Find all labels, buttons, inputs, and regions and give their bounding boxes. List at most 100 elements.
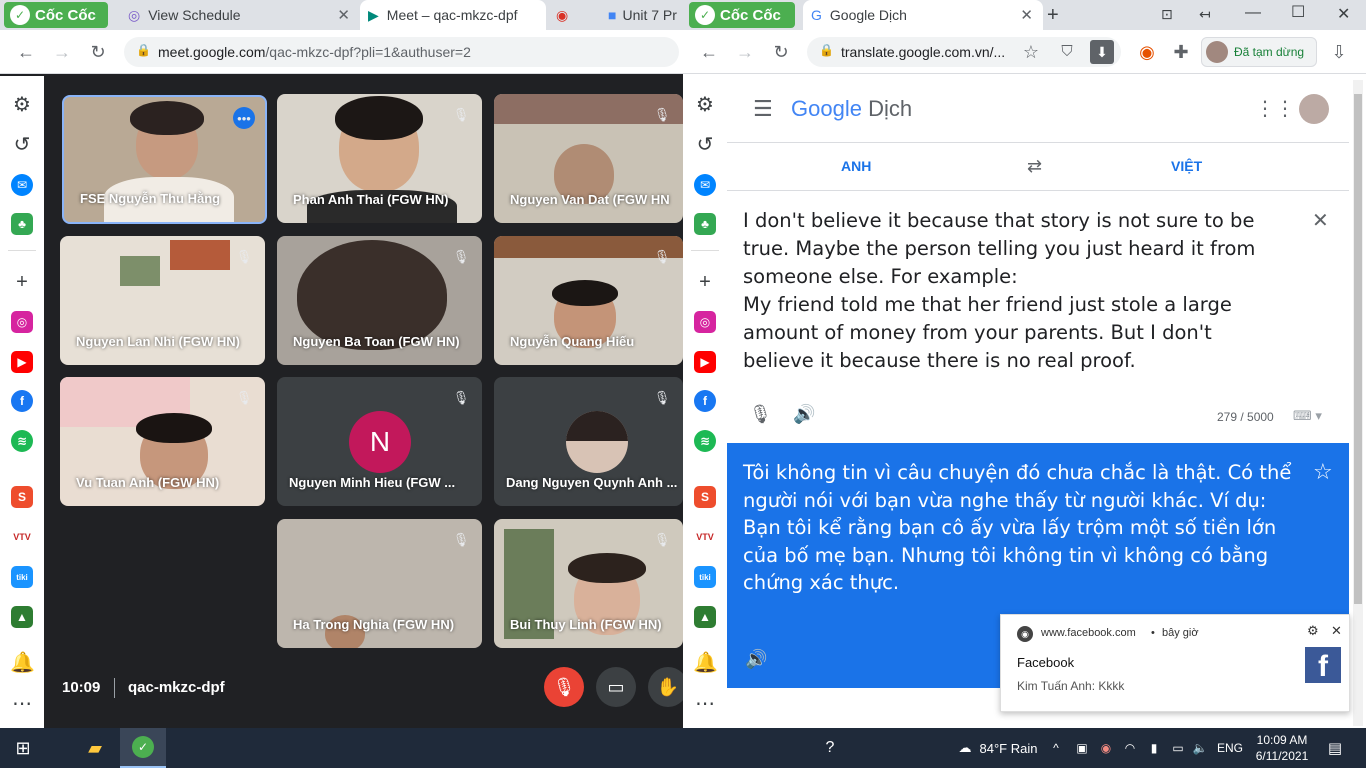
keyboard-icon[interactable]: ⌨ ▾ — [1293, 408, 1322, 424]
notification-bell-icon[interactable]: 🔔 — [10, 651, 35, 675]
camera-tray-icon[interactable]: ▣ — [1072, 728, 1092, 768]
close-icon[interactable]: ✕ — [1331, 623, 1342, 639]
participant-tile[interactable]: 🎙 Phan Anh Thai (FGW HN) — [277, 94, 482, 223]
participant-tile[interactable]: 🎙 Nguyen Lan Nhi (FGW HN) — [60, 236, 265, 365]
tab-coccoc[interactable]: ✓ Cốc Cốc — [4, 2, 108, 28]
add-icon[interactable]: + — [693, 270, 717, 294]
participant-tile[interactable]: 🎙 Ha Trong Nghia (FGW HN) — [277, 519, 482, 648]
forward-button[interactable]: → — [50, 40, 74, 64]
participant-tile[interactable]: 🎙 Nguyen Ba Toan (FGW HN) — [277, 236, 482, 365]
back-arrow-icon[interactable]: ↤ — [1199, 6, 1211, 23]
file-explorer-button[interactable]: ▰ — [72, 728, 118, 768]
scrollbar-thumb[interactable] — [1354, 94, 1362, 604]
profile-paused-button[interactable]: Đã tạm dừng — [1201, 37, 1317, 67]
download-icon[interactable]: ⬇ — [1090, 40, 1114, 64]
shopee-icon[interactable]: S — [11, 486, 33, 508]
speaker-icon[interactable]: 🔊 — [745, 649, 767, 670]
extensions-puzzle-icon[interactable]: ✚ — [1169, 40, 1193, 64]
game-icon[interactable]: ♣ — [694, 213, 716, 235]
participant-tile[interactable]: 🎙 Nguyễn Quang Hiếu — [494, 236, 683, 365]
raise-hand-button[interactable]: ✋ — [648, 667, 688, 707]
apps-grid-icon[interactable]: ⋮⋮ — [1255, 96, 1295, 121]
tab-coccoc[interactable]: ✓ Cốc Cốc — [689, 2, 795, 28]
forward-button[interactable]: → — [733, 40, 757, 64]
vtv-icon[interactable]: VTV — [694, 526, 716, 548]
bookmark-star-icon[interactable]: ☆ — [1019, 40, 1043, 64]
maximize-button[interactable]: ☐ — [1291, 2, 1305, 22]
language-indicator[interactable]: ENG — [1212, 728, 1248, 768]
clock[interactable]: 10:09 AM 6/11/2021 — [1250, 728, 1314, 768]
shield-icon[interactable]: ⛉ — [1055, 40, 1079, 64]
messenger-icon[interactable]: ✉ — [11, 174, 33, 196]
back-button[interactable]: ← — [697, 40, 721, 64]
vtv-icon[interactable]: VTV — [11, 526, 33, 548]
settings-icon[interactable]: ⚙ — [1307, 623, 1319, 639]
participant-tile[interactable]: 🎙 Vu Tuan Anh (FGW HN) — [60, 377, 265, 506]
spotify-icon[interactable]: ≋ — [11, 430, 33, 452]
participant-tile[interactable]: N 🎙 Nguyen Minh Hieu (FGW ... — [277, 377, 482, 506]
game-icon[interactable]: ♣ — [11, 213, 33, 235]
history-icon[interactable]: ↺ — [10, 133, 34, 157]
coccoc-taskbar-button[interactable]: ✓ — [120, 728, 166, 768]
youtube-icon[interactable]: ▶ — [11, 351, 33, 373]
clear-text-icon[interactable]: ✕ — [1312, 208, 1329, 233]
address-bar[interactable]: 🔒 meet.google.com/qac-mkzc-dpf?pli=1&aut… — [124, 37, 679, 67]
more-icon[interactable]: ⋯ — [10, 692, 34, 716]
account-avatar[interactable] — [1299, 94, 1329, 124]
spotify-icon[interactable]: ≋ — [694, 430, 716, 452]
youtube-icon[interactable]: ▶ — [694, 351, 716, 373]
volume-icon[interactable]: 🔈 — [1190, 728, 1210, 768]
microphone-icon[interactable]: 🎙 — [749, 404, 772, 425]
microphone-tray-icon[interactable]: ▮ — [1144, 728, 1164, 768]
action-center-icon[interactable]: ▤ — [1320, 728, 1350, 768]
participant-tile[interactable]: 🎙 Dang Nguyen Quynh Anh ... — [494, 377, 683, 506]
add-icon[interactable]: + — [10, 270, 34, 294]
weather-widget[interactable]: ☁ 84°F Rain — [938, 728, 1058, 768]
instagram-icon[interactable]: ◎ — [11, 311, 33, 333]
battery-icon[interactable]: ▭ — [1168, 728, 1188, 768]
close-tab-icon[interactable]: ✕ — [1020, 6, 1033, 24]
facebook-icon[interactable]: f — [11, 390, 33, 412]
participant-tile[interactable]: ••• FSE Nguyễn Thu Hằng — [62, 95, 267, 224]
reload-button[interactable]: ↻ — [769, 40, 793, 64]
close-window-button[interactable]: ✕ — [1337, 4, 1350, 24]
menu-icon[interactable]: ☰ — [753, 96, 773, 122]
source-language-tab[interactable]: ANH — [841, 158, 871, 174]
more-options-icon[interactable]: ••• — [233, 107, 255, 129]
messenger-icon[interactable]: ✉ — [694, 174, 716, 196]
star-icon[interactable]: ☆ — [1313, 459, 1333, 485]
new-tab-button[interactable]: + — [1047, 4, 1059, 27]
target-language-tab[interactable]: VIỆT — [1171, 158, 1202, 174]
participant-tile[interactable]: 🎙 Bui Thuy Linh (FGW HN) — [494, 519, 683, 648]
help-icon[interactable]: ? — [816, 728, 844, 768]
camera-toggle-button[interactable]: ▭ — [596, 667, 636, 707]
settings-icon[interactable]: ⚙ — [693, 93, 717, 117]
minimize-button[interactable]: — — [1245, 4, 1261, 22]
tab-unit7[interactable]: ■ Unit 7 Pr — [600, 0, 683, 30]
settings-icon[interactable]: ⚙ — [10, 93, 34, 117]
facebook-icon[interactable]: f — [694, 390, 716, 412]
start-button[interactable]: ⊞ — [0, 728, 46, 768]
downloads-tray-icon[interactable]: ⇩ — [1327, 40, 1351, 64]
google-translate-logo[interactable]: Google Dịch — [791, 96, 912, 122]
tab-google-translate[interactable]: G Google Dịch ✕ — [803, 0, 1043, 30]
graduation-icon[interactable]: ▲ — [11, 606, 33, 628]
screenshot-icon[interactable]: ⊡ — [1161, 6, 1173, 23]
shopee-icon[interactable]: S — [694, 486, 716, 508]
extension-chrome-icon[interactable]: ◉ — [1135, 40, 1159, 64]
tray-expand-icon[interactable]: ^ — [1046, 728, 1066, 768]
tiki-icon[interactable]: tiki — [694, 566, 716, 588]
participant-tile[interactable]: 🎙 Nguyen Van Dat (FGW HN — [494, 94, 683, 223]
swap-languages-icon[interactable]: ⇄ — [1027, 156, 1042, 177]
more-icon[interactable]: ⋯ — [693, 692, 717, 716]
back-button[interactable]: ← — [14, 40, 38, 64]
source-text-input[interactable]: I don't believe it because that story is… — [743, 207, 1288, 375]
speaker-icon[interactable]: 🔊 — [793, 404, 815, 425]
reload-button[interactable]: ↻ — [86, 40, 110, 64]
instagram-icon[interactable]: ◎ — [694, 311, 716, 333]
tiki-icon[interactable]: tiki — [11, 566, 33, 588]
history-icon[interactable]: ↺ — [693, 133, 717, 157]
network-alert-icon[interactable]: ◉ — [1096, 728, 1116, 768]
wifi-icon[interactable]: ◠ — [1120, 728, 1140, 768]
tab-meet[interactable]: ▶ Meet – qac-mkzc-dpf — [360, 0, 546, 30]
